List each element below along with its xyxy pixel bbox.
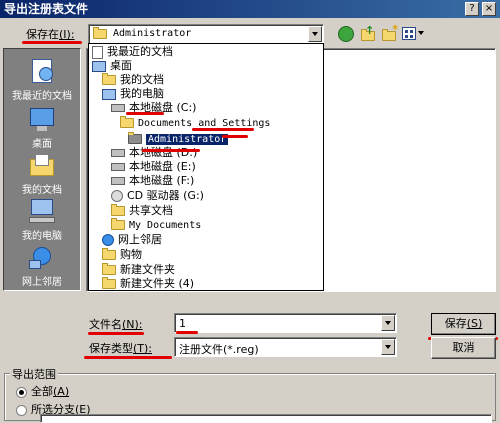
cd-drive-icon [111, 190, 123, 202]
annotation-underline [84, 356, 172, 359]
places-bar: 我最近的文档 桌面 我的文档 我的电脑 网上邻居 [3, 48, 81, 291]
close-icon: × [484, 3, 494, 14]
filetype-dropdown-button[interactable] [381, 339, 395, 355]
dropdown-item-new-folder[interactable]: 新建文件夹 [102, 263, 175, 277]
dropdown-item-new-folder-4[interactable]: 新建文件夹 (4) [102, 277, 194, 291]
desktop-icon [92, 60, 106, 72]
places-item-my-computer[interactable]: 我的电脑 [4, 197, 80, 242]
annotation-underline [88, 332, 144, 335]
back-icon[interactable] [338, 26, 354, 42]
filetype-select[interactable]: 注册文件(*.reg) [174, 337, 397, 357]
branch-path-input[interactable] [40, 414, 492, 423]
window-title: 导出注册表文件 [4, 2, 89, 16]
folder-icon [111, 218, 125, 230]
export-all-radio[interactable]: 全部(A) [16, 383, 69, 399]
up-folder-icon[interactable]: ↑ [360, 24, 376, 42]
dropdown-item-my-computer[interactable]: 我的电脑 [102, 87, 164, 101]
network-places-icon [27, 243, 57, 271]
dropdown-item-network[interactable]: 网上邻居 [102, 233, 162, 247]
annotation-underline [176, 331, 198, 334]
help-button[interactable]: ? [465, 2, 479, 16]
save-in-value: Administrator [113, 28, 192, 39]
radio-unselected-icon [16, 404, 27, 416]
dropdown-item-drive-e[interactable]: 本地磁盘 (E:) [111, 160, 196, 174]
save-in-combobox[interactable]: Administrator [88, 24, 324, 44]
cancel-button[interactable]: 取消 [431, 337, 496, 359]
folder-icon [128, 132, 142, 144]
annotation-underline [142, 149, 200, 152]
places-item-desktop[interactable]: 桌面 [4, 105, 80, 150]
places-item-network[interactable]: 网上邻居 [4, 243, 80, 288]
dropdown-item-cd-drive-g[interactable]: CD 驱动器 (G:) [111, 189, 204, 203]
export-range-label: 导出范围 [10, 366, 58, 382]
places-item-recent[interactable]: 我最近的文档 [4, 57, 80, 102]
filename-value: 1 [179, 317, 186, 330]
desktop-icon [27, 105, 57, 133]
dropdown-item-shopping[interactable]: 购物 [102, 248, 142, 262]
my-documents-icon [27, 151, 57, 179]
title-bar: 导出注册表文件 [0, 0, 500, 18]
dropdown-item-desktop[interactable]: 桌面 [92, 59, 132, 73]
drive-icon [111, 177, 125, 185]
views-menu-icon[interactable] [402, 27, 416, 40]
views-dropdown-arrow-icon[interactable] [418, 31, 424, 35]
filename-dropdown-button[interactable] [381, 315, 395, 331]
filetype-label: 保存类型(T): [89, 342, 153, 355]
my-computer-icon [27, 197, 57, 225]
folder-icon [102, 248, 116, 260]
folder-icon [102, 263, 116, 275]
recent-docs-icon [92, 45, 103, 59]
help-icon: ? [469, 3, 475, 14]
recent-docs-icon [27, 57, 57, 85]
save-in-label: 保存在(I): [26, 28, 75, 41]
dropdown-item-shared-documents[interactable]: 共享文档 [111, 204, 173, 218]
filename-label: 文件名(N): [89, 318, 143, 331]
new-folder-icon[interactable]: ✶ [381, 23, 399, 42]
folder-icon [93, 27, 107, 39]
dropdown-item-recent[interactable]: 我最近的文档 [92, 45, 173, 59]
annotation-underline [22, 41, 82, 44]
save-in-dropdown-button[interactable] [308, 26, 322, 42]
save-button[interactable]: 保存(S) [431, 313, 496, 335]
filetype-value: 注册文件(*.reg) [179, 343, 259, 356]
computer-icon [102, 88, 116, 100]
annotation-underline [192, 128, 254, 131]
dropdown-item-my-documents[interactable]: 我的文档 [102, 73, 164, 87]
folder-icon [102, 277, 116, 289]
places-item-my-documents[interactable]: 我的文档 [4, 151, 80, 196]
folder-icon [120, 116, 134, 128]
annotation-underline [126, 112, 164, 115]
close-button[interactable]: × [482, 2, 496, 16]
filename-input[interactable]: 1 [174, 313, 397, 333]
annotation-underline [222, 135, 248, 138]
folder-icon [102, 73, 116, 85]
drive-icon [111, 163, 125, 171]
drive-icon [111, 104, 125, 112]
drive-icon [111, 149, 125, 157]
radio-selected-icon [16, 386, 27, 398]
folder-icon [111, 204, 125, 216]
dropdown-item-my-documents-en[interactable]: My Documents [111, 218, 201, 233]
network-icon [102, 234, 114, 246]
save-in-dropdown-list[interactable]: 我最近的文档 桌面 我的文档 我的电脑 本地磁盘 (C:) Documents … [88, 43, 324, 291]
dropdown-item-drive-f[interactable]: 本地磁盘 (F:) [111, 174, 194, 188]
dropdown-item-administrator[interactable]: Administrator [128, 132, 229, 146]
